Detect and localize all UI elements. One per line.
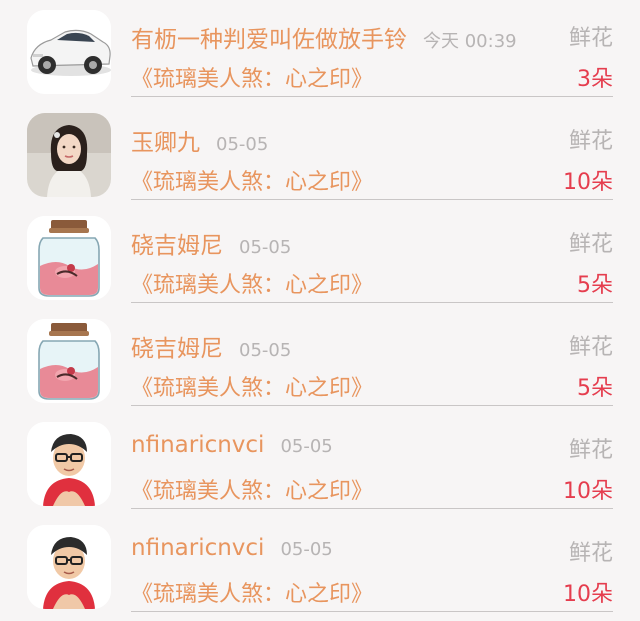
list-item[interactable]: nfinaricnvci 05-05 鲜花 《琉璃美人煞：心之印》 10朵 bbox=[0, 412, 640, 515]
sender-name-text: 玉卿九 bbox=[131, 130, 200, 156]
book-title[interactable]: 《琉璃美人煞：心之印》 bbox=[131, 267, 373, 299]
sender-name: nfinaricnvci 05-05 bbox=[131, 432, 333, 458]
book-title[interactable]: 《琉璃美人煞：心之印》 bbox=[131, 370, 373, 402]
gift-type: 鲜花 bbox=[568, 541, 613, 566]
gift-record-list: 有枥一种判爱叫佐做放手铃 今天 00:39 鲜花 《琉璃美人煞：心之印》 3朵 玉… bbox=[0, 0, 640, 618]
timestamp: 05-05 bbox=[280, 436, 333, 457]
sender-name-text: 硗吉姆尼 bbox=[131, 233, 223, 259]
sender-name: 硗吉姆尼 05-05 bbox=[131, 329, 291, 363]
sender-name: nfinaricnvci 05-05 bbox=[131, 535, 333, 561]
list-item[interactable]: nfinaricnvci 05-05 鲜花 《琉璃美人煞：心之印》 10朵 bbox=[0, 515, 640, 618]
list-item[interactable]: 硗吉姆尼 05-05 鲜花 《琉璃美人煞：心之印》 5朵 bbox=[0, 309, 640, 412]
jar-avatar-image bbox=[27, 319, 111, 403]
sender-name: 硗吉姆尼 05-05 bbox=[131, 226, 291, 260]
book-title[interactable]: 《琉璃美人煞：心之印》 bbox=[131, 61, 373, 93]
avatar[interactable] bbox=[27, 422, 111, 506]
sender-name: 玉卿九 05-05 bbox=[131, 123, 268, 157]
list-item[interactable]: 有枥一种判爱叫佐做放手铃 今天 00:39 鲜花 《琉璃美人煞：心之印》 3朵 bbox=[0, 0, 640, 103]
cartoon-man-avatar-image bbox=[27, 525, 111, 609]
timestamp: 今天 00:39 bbox=[423, 31, 517, 52]
book-title[interactable]: 《琉璃美人煞：心之印》 bbox=[131, 164, 373, 196]
book-title[interactable]: 《琉璃美人煞：心之印》 bbox=[131, 576, 373, 608]
gift-count: 10朵 bbox=[563, 582, 613, 607]
list-item[interactable]: 玉卿九 05-05 鲜花 《琉璃美人煞：心之印》 10朵 bbox=[0, 103, 640, 206]
avatar[interactable] bbox=[27, 10, 111, 94]
sender-name-text: 有枥一种判爱叫佐做放手铃 bbox=[131, 27, 407, 53]
divider bbox=[131, 610, 613, 612]
woman-avatar-image bbox=[27, 113, 111, 197]
jar-avatar-image bbox=[27, 216, 111, 300]
list-item[interactable]: 硗吉姆尼 05-05 鲜花 《琉璃美人煞：心之印》 5朵 bbox=[0, 206, 640, 309]
book-title[interactable]: 《琉璃美人煞：心之印》 bbox=[131, 473, 373, 505]
cartoon-man-avatar-image bbox=[27, 422, 111, 506]
timestamp: 05-05 bbox=[239, 340, 292, 361]
avatar[interactable] bbox=[27, 319, 111, 403]
avatar[interactable] bbox=[27, 113, 111, 197]
gift-type: 鲜花 bbox=[568, 438, 613, 463]
gift-type: 鲜花 bbox=[568, 335, 613, 360]
gift-type: 鲜花 bbox=[568, 232, 613, 257]
divider bbox=[131, 404, 613, 406]
gift-count: 10朵 bbox=[563, 479, 613, 504]
timestamp: 05-05 bbox=[216, 134, 269, 155]
gift-count: 5朵 bbox=[577, 273, 613, 298]
gift-count: 10朵 bbox=[563, 170, 613, 195]
car-avatar-image bbox=[27, 10, 111, 94]
divider bbox=[131, 507, 613, 509]
divider bbox=[131, 198, 613, 200]
sender-name: 有枥一种判爱叫佐做放手铃 今天 00:39 bbox=[131, 20, 517, 54]
timestamp: 05-05 bbox=[239, 237, 292, 258]
sender-name-text: nfinaricnvci bbox=[131, 432, 265, 458]
gift-type: 鲜花 bbox=[568, 26, 613, 51]
divider bbox=[131, 301, 613, 303]
sender-name-text: 硗吉姆尼 bbox=[131, 336, 223, 362]
sender-name-text: nfinaricnvci bbox=[131, 535, 265, 561]
gift-count: 5朵 bbox=[577, 376, 613, 401]
gift-type: 鲜花 bbox=[568, 129, 613, 154]
avatar[interactable] bbox=[27, 525, 111, 609]
timestamp: 05-05 bbox=[280, 539, 333, 560]
avatar[interactable] bbox=[27, 216, 111, 300]
divider bbox=[131, 95, 613, 97]
gift-count: 3朵 bbox=[577, 67, 613, 92]
